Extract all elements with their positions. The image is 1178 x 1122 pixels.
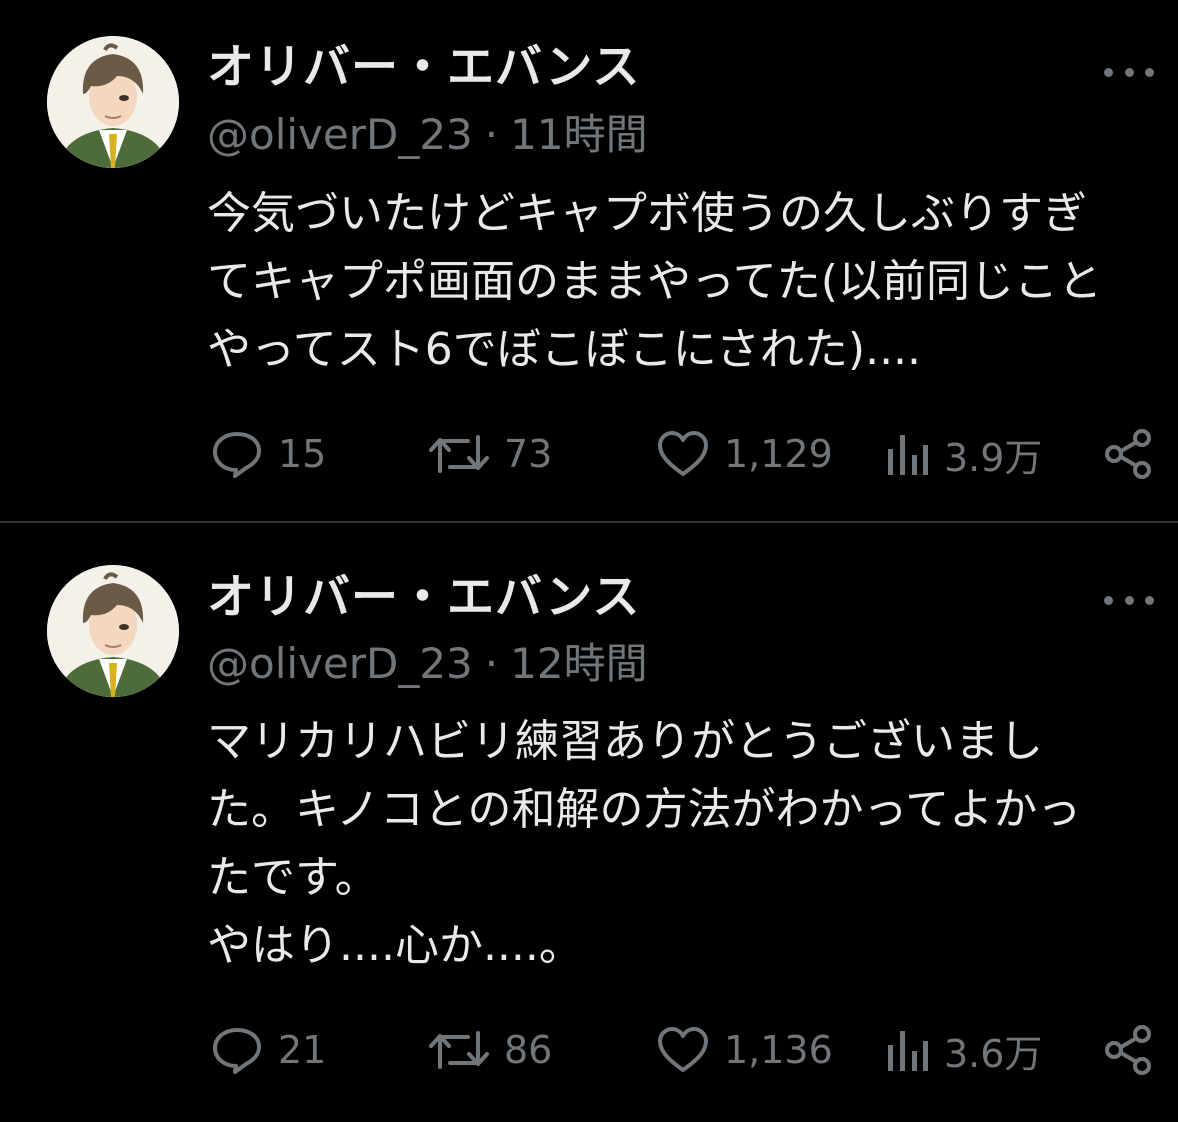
- reply-count: 21: [278, 1028, 327, 1072]
- more-horizontal-icon: [1104, 595, 1113, 605]
- retweet-button[interactable]: 86: [428, 1020, 552, 1080]
- avatar[interactable]: [47, 565, 179, 697]
- reply-bubble-icon: [213, 1028, 261, 1074]
- share-button[interactable]: [1102, 1020, 1154, 1080]
- tweet[interactable]: オリバー・エバンス @oliverD_23 · 12時間 マリカリハビリ練習ありがと…: [0, 0, 1178, 1076]
- tweet-actions: 21 86 1,136 3.6万: [0, 1020, 1178, 1080]
- reply-button[interactable]: 21: [210, 1020, 326, 1080]
- views-bar-chart-icon: [888, 1031, 928, 1071]
- more-horizontal-icon: [1124, 595, 1134, 605]
- tweet-text-line: たです。: [207, 852, 379, 903]
- retweet-icon: [429, 1031, 489, 1069]
- tweet-text-line: マリカリハビリ練習ありがとうございまし: [207, 716, 1043, 767]
- views-count: 3.6万: [944, 1031, 1043, 1076]
- like-count: 1,136: [724, 1028, 833, 1072]
- avatar-image: [47, 565, 179, 697]
- timeline: オリバー・エバンス @oliverD_23 · 11時間 今気づいたけどキャプボ使う…: [0, 0, 1178, 1122]
- tweet-meta: @oliverD_23 · 12時間: [207, 636, 648, 692]
- share-icon: [1105, 1025, 1151, 1075]
- handle[interactable]: @oliverD_23: [207, 639, 473, 688]
- like-button[interactable]: 1,136: [656, 1020, 833, 1080]
- more-options-button[interactable]: [1104, 590, 1154, 610]
- heart-icon: [658, 1027, 708, 1072]
- more-horizontal-icon: [1145, 595, 1154, 605]
- retweet-count: 86: [504, 1028, 553, 1072]
- meta-separator: ·: [484, 639, 499, 688]
- views-button[interactable]: 3.6万: [884, 1020, 1042, 1080]
- tweet-text: マリカリハビリ練習ありがとうございまし た。キノコとの和解の方法がわかってよかっ…: [207, 708, 1157, 980]
- tweet-text-line: た。キノコとの和解の方法がわかってよかっ: [207, 784, 1082, 835]
- timestamp[interactable]: 12時間: [510, 639, 647, 688]
- tweet-text-line: やはり....心か....。: [207, 920, 583, 971]
- display-name[interactable]: オリバー・エバンス: [207, 568, 640, 628]
